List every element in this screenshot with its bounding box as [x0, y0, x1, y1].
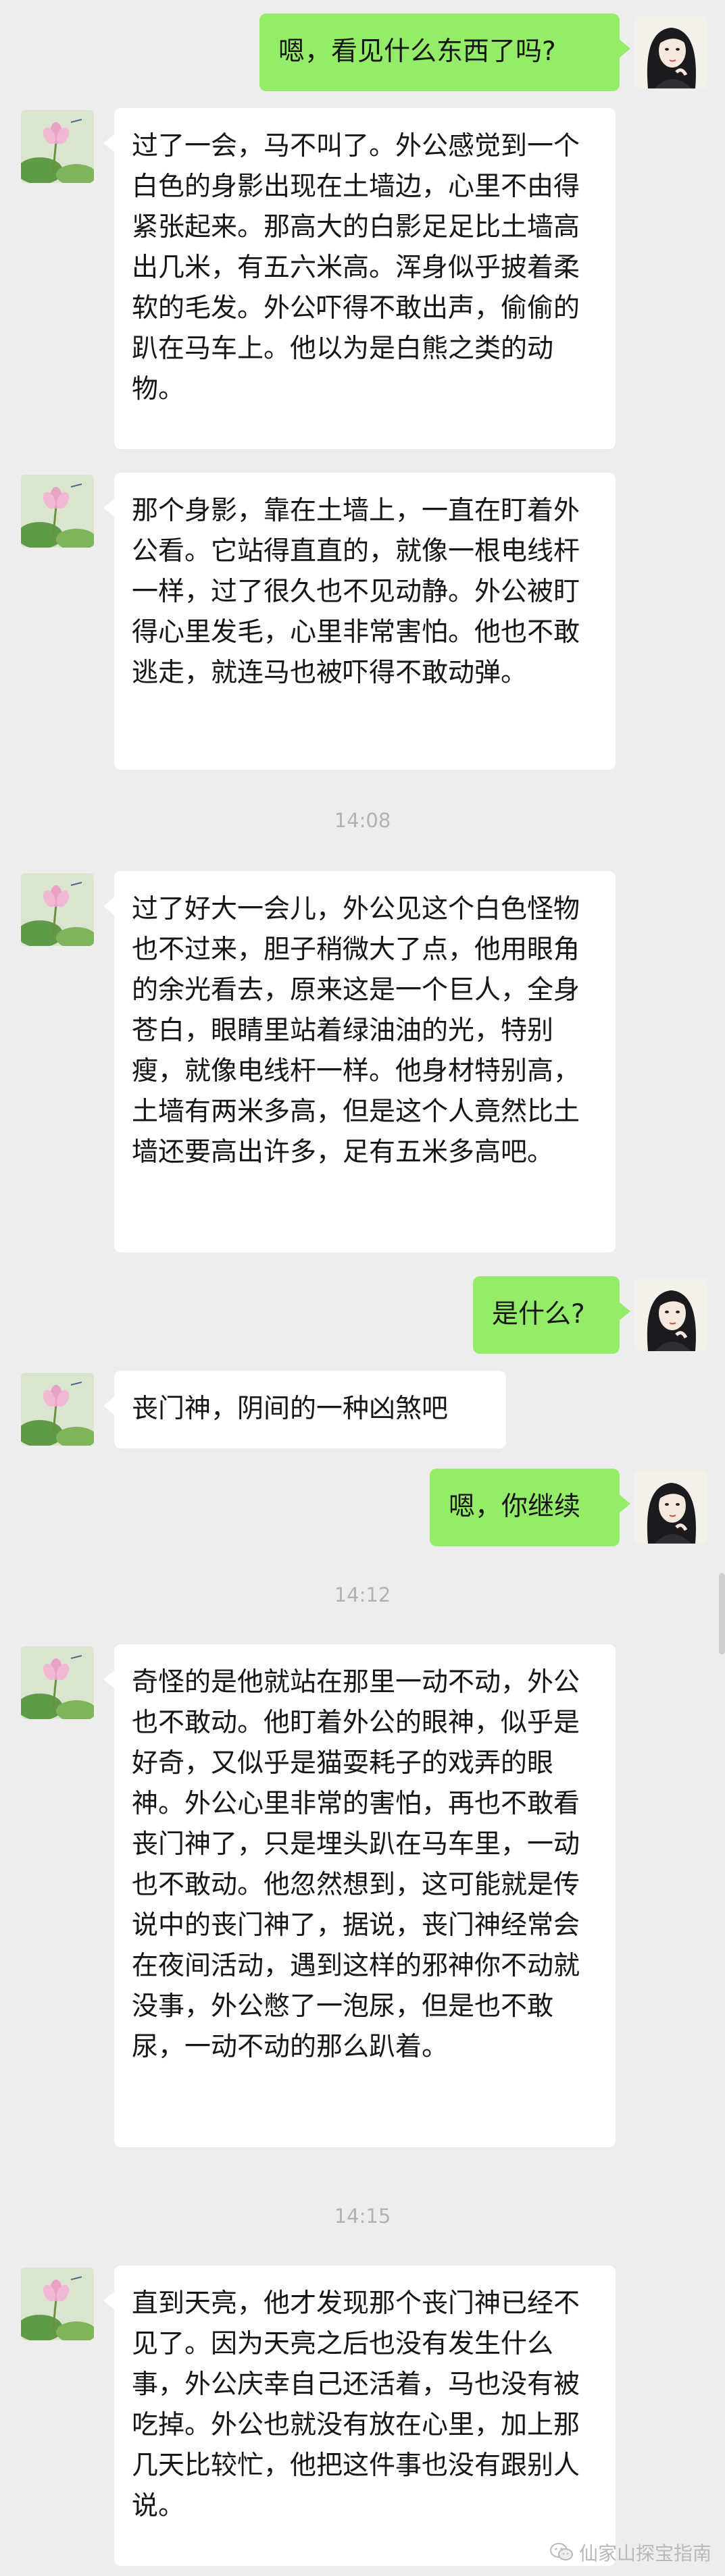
contact-avatar[interactable]: [21, 475, 94, 548]
message-bubble-incoming[interactable]: 直到天亮，他才发现那个丧门神已经不见了。因为天亮之后也没有发生什么事，外公庆幸自…: [103, 2265, 616, 2566]
lotus-flower-avatar-icon: [21, 1373, 94, 1446]
contact-avatar[interactable]: [21, 1373, 94, 1446]
message-bubble-outgoing[interactable]: 嗯，你继续: [430, 1469, 630, 1546]
message-bubble-incoming[interactable]: 过了一会，马不叫了。外公感觉到一个白色的身影出现在土墙边，心里不由得紧张起来。那…: [103, 108, 616, 449]
message-row: 那个身影，靠在土墙上，一直在盯着外公看。它站得直直的，就像一根电线杆一样，过了很…: [0, 473, 725, 770]
scrollbar-thumb[interactable]: [719, 1573, 725, 1654]
cartoon-woman-avatar-icon: [634, 16, 707, 88]
message-row: 丧门神，阴间的一种凶煞吧: [0, 1371, 725, 1448]
message-bubble-outgoing[interactable]: 是什么?: [473, 1276, 630, 1354]
lotus-flower-avatar-icon: [21, 475, 94, 548]
message-bubble-outgoing[interactable]: 嗯，看见什么东西了吗?: [259, 14, 630, 91]
lotus-flower-avatar-icon: [21, 2267, 94, 2340]
lotus-flower-avatar-icon: [21, 873, 94, 946]
contact-avatar[interactable]: [21, 110, 94, 183]
user-avatar[interactable]: [634, 16, 707, 88]
message-row: 奇怪的是他就站在那里一动不动，外公也不敢动。他盯着外公的眼神，似乎是好奇，又似乎…: [0, 1644, 725, 2147]
message-row: 嗯，你继续: [0, 1469, 725, 1546]
message-row: 嗯，看见什么东西了吗?: [0, 14, 725, 91]
watermark: 仙家山探宝指南: [549, 2539, 711, 2566]
message-bubble-incoming[interactable]: 过了好大一会儿，外公见这个白色怪物也不过来，胆子稍微大了点，他用眼角的余光看去，…: [103, 871, 616, 1253]
message-row: 过了好大一会儿，外公见这个白色怪物也不过来，胆子稍微大了点，他用眼角的余光看去，…: [0, 871, 725, 1253]
message-bubble-incoming[interactable]: 丧门神，阴间的一种凶煞吧: [103, 1371, 506, 1448]
lotus-flower-avatar-icon: [21, 1646, 94, 1719]
contact-avatar[interactable]: [21, 873, 94, 946]
contact-avatar[interactable]: [21, 1646, 94, 1719]
timestamp: 14:08: [334, 809, 391, 832]
lotus-flower-avatar-icon: [21, 110, 94, 183]
user-avatar[interactable]: [634, 1471, 707, 1544]
wechat-logo-icon: [549, 2543, 573, 2560]
cartoon-woman-avatar-icon: [634, 1278, 707, 1351]
message-bubble-incoming[interactable]: 奇怪的是他就站在那里一动不动，外公也不敢动。他盯着外公的眼神，似乎是好奇，又似乎…: [103, 1644, 616, 2147]
timestamp: 14:15: [334, 2205, 391, 2228]
user-avatar[interactable]: [634, 1278, 707, 1351]
message-row: 直到天亮，他才发现那个丧门神已经不见了。因为天亮之后也没有发生什么事，外公庆幸自…: [0, 2265, 725, 2566]
message-row: 是什么?: [0, 1276, 725, 1354]
contact-avatar[interactable]: [21, 2267, 94, 2340]
cartoon-woman-avatar-icon: [634, 1471, 707, 1544]
message-row: 过了一会，马不叫了。外公感觉到一个白色的身影出现在土墙边，心里不由得紧张起来。那…: [0, 108, 725, 449]
timestamp: 14:12: [334, 1583, 391, 1606]
watermark-text: 仙家山探宝指南: [578, 2542, 711, 2565]
message-bubble-incoming[interactable]: 那个身影，靠在土墙上，一直在盯着外公看。它站得直直的，就像一根电线杆一样，过了很…: [103, 473, 616, 770]
